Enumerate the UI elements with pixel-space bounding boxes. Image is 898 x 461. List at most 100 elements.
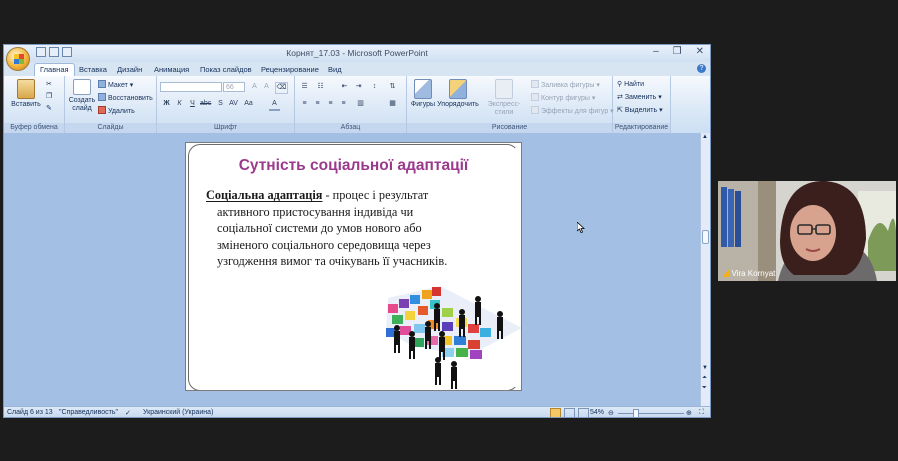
- close-icon[interactable]: ✕: [696, 46, 704, 57]
- group-label: Редактирование: [613, 123, 670, 133]
- ribbon: Вставить ✂ ❐ ✎ Буфер обмена Создать слай…: [4, 76, 710, 134]
- decrease-indent-icon[interactable]: ⇤: [339, 82, 350, 92]
- align-left-icon[interactable]: ≡: [299, 99, 310, 109]
- zoom-level[interactable]: 54%: [590, 409, 604, 416]
- arrange-button[interactable]: Упорядочить: [437, 79, 479, 109]
- scroll-thumb[interactable]: [702, 230, 709, 244]
- status-bar: Слайд 6 из 13 "Справедливость" ✓ Украинс…: [4, 406, 710, 417]
- underline-icon[interactable]: Ч: [187, 99, 198, 109]
- shape-fill-button[interactable]: Заливка фигуры ▾: [531, 80, 600, 89]
- theme-name: "Справедливость": [59, 409, 118, 416]
- quick-styles-button[interactable]: Экспресс-стили: [479, 79, 529, 117]
- quick-styles-icon: [495, 79, 513, 99]
- zoom-slider-thumb[interactable]: [633, 409, 639, 417]
- language-label[interactable]: Украинский (Украина): [143, 409, 213, 416]
- new-slide-icon: [73, 79, 91, 95]
- cut-icon[interactable]: ✂: [46, 80, 52, 88]
- bold-icon[interactable]: Ж: [161, 99, 172, 109]
- shape-outline-button[interactable]: Контур фигуры ▾: [531, 93, 595, 102]
- tab-animation[interactable]: Анимация: [154, 65, 189, 74]
- reset-button[interactable]: Восстановить: [98, 93, 153, 102]
- layout-button[interactable]: Макет ▾: [98, 80, 133, 89]
- slideshow-view-icon[interactable]: [578, 408, 589, 417]
- help-icon[interactable]: ?: [697, 64, 706, 73]
- tab-slideshow[interactable]: Показ слайдов: [200, 65, 252, 74]
- numbering-icon[interactable]: ☷: [315, 82, 326, 92]
- format-painter-icon[interactable]: ✎: [46, 104, 52, 112]
- puzzle-people-image: [386, 286, 521, 389]
- title-bar: Корнят_17.03 - Microsoft PowerPoint – ❐ …: [4, 45, 710, 71]
- columns-icon[interactable]: ▥: [355, 99, 366, 109]
- font-name-combo[interactable]: [160, 82, 222, 92]
- increase-indent-icon[interactable]: ⇥: [353, 82, 364, 92]
- term-text: Соціальна адаптація: [206, 188, 323, 202]
- shapes-icon: [414, 79, 432, 99]
- sorter-view-icon[interactable]: [564, 408, 575, 417]
- new-slide-button[interactable]: Создать слайд: [67, 79, 97, 113]
- tab-insert[interactable]: Вставка: [79, 65, 107, 74]
- shrink-font-icon[interactable]: A: [261, 82, 272, 92]
- tab-review[interactable]: Рецензирование: [261, 65, 319, 74]
- mouse-pointer-icon: [577, 222, 585, 233]
- group-label: Абзац: [295, 123, 406, 133]
- zoom-slider[interactable]: [618, 413, 684, 414]
- body-line-1: - процес і результат: [322, 188, 429, 202]
- group-drawing: Фигуры Упорядочить Экспресс-стили Заливк…: [407, 76, 614, 133]
- paste-button[interactable]: Вставить: [10, 79, 42, 109]
- find-button[interactable]: ⚲ Найти: [617, 80, 644, 88]
- grow-font-icon[interactable]: A: [249, 82, 260, 92]
- ribbon-tabs: Главная Вставка Дизайн Анимация Показ сл…: [4, 62, 710, 76]
- spacing-icon[interactable]: AV: [228, 99, 239, 109]
- minimize-icon[interactable]: –: [653, 46, 659, 57]
- strikethrough-icon[interactable]: abc: [200, 99, 211, 109]
- office-button[interactable]: [6, 47, 30, 71]
- shape-effects-button[interactable]: Эффекты для фигур ▾: [531, 106, 614, 115]
- fill-icon: [531, 80, 539, 88]
- scroll-down-icon[interactable]: ▼: [702, 365, 708, 371]
- tab-home[interactable]: Главная: [34, 63, 75, 76]
- normal-view-icon[interactable]: [550, 408, 561, 417]
- shadow-icon[interactable]: S: [215, 99, 226, 109]
- previous-slide-icon[interactable]: ⏶: [702, 375, 707, 382]
- delete-slide-button[interactable]: Удалить: [98, 106, 135, 115]
- slide-counter: Слайд 6 из 13: [7, 409, 53, 416]
- justify-icon[interactable]: ≡: [338, 99, 349, 109]
- scroll-up-icon[interactable]: ▲: [702, 134, 708, 140]
- group-font: 66 A A ⌫ Ж К Ч abc S AV Aa A Шрифт: [157, 76, 295, 133]
- audio-level-icon: [723, 270, 730, 277]
- restore-icon[interactable]: ❐: [673, 46, 682, 57]
- replace-button[interactable]: ⇄ Заменить ▾: [617, 93, 662, 101]
- italic-icon[interactable]: К: [174, 99, 185, 109]
- align-right-icon[interactable]: ≡: [325, 99, 336, 109]
- font-size-combo[interactable]: 66: [223, 82, 245, 92]
- line-spacing-icon[interactable]: ↕: [369, 82, 380, 92]
- vertical-scrollbar[interactable]: ▲ ▼ ⏶ ⏷: [700, 133, 710, 406]
- slide-editing-area[interactable]: Сутність соціальної адаптації Соціальна …: [4, 133, 700, 406]
- zoom-in-icon[interactable]: ⊕: [686, 409, 692, 417]
- change-case-icon[interactable]: Aa: [243, 99, 254, 109]
- fit-window-icon[interactable]: ⛶: [699, 409, 704, 417]
- slide-body-text[interactable]: Соціальна адаптація - процес і результат…: [206, 187, 496, 270]
- slide-canvas[interactable]: Сутність соціальної адаптації Соціальна …: [185, 142, 522, 391]
- spellcheck-icon[interactable]: ✓: [125, 409, 131, 417]
- clear-format-icon[interactable]: ⌫: [275, 82, 288, 94]
- zoom-out-icon[interactable]: ⊖: [608, 409, 614, 417]
- powerpoint-window: Корнят_17.03 - Microsoft PowerPoint – ❐ …: [3, 44, 711, 418]
- tab-design[interactable]: Дизайн: [117, 65, 142, 74]
- select-button[interactable]: ⇱ Выделить ▾: [617, 106, 663, 114]
- group-label: Слайды: [65, 123, 156, 133]
- bullets-icon[interactable]: ☰: [299, 82, 310, 92]
- participant-video[interactable]: Vira Kornyat: [718, 181, 896, 281]
- tab-view[interactable]: Вид: [328, 65, 342, 74]
- reset-icon: [98, 93, 106, 101]
- group-label: Буфер обмена: [4, 123, 64, 133]
- next-slide-icon[interactable]: ⏷: [702, 385, 707, 392]
- font-color-icon[interactable]: A: [269, 99, 280, 111]
- group-clipboard: Вставить ✂ ❐ ✎ Буфер обмена: [4, 76, 65, 133]
- smartart-icon[interactable]: ▦: [387, 99, 398, 109]
- copy-icon[interactable]: ❐: [46, 92, 52, 100]
- text-direction-icon[interactable]: ⇅: [387, 82, 398, 92]
- align-center-icon[interactable]: ≡: [312, 99, 323, 109]
- shapes-button[interactable]: Фигуры: [409, 79, 437, 109]
- slide-title[interactable]: Сутність соціальної адаптації: [186, 157, 521, 175]
